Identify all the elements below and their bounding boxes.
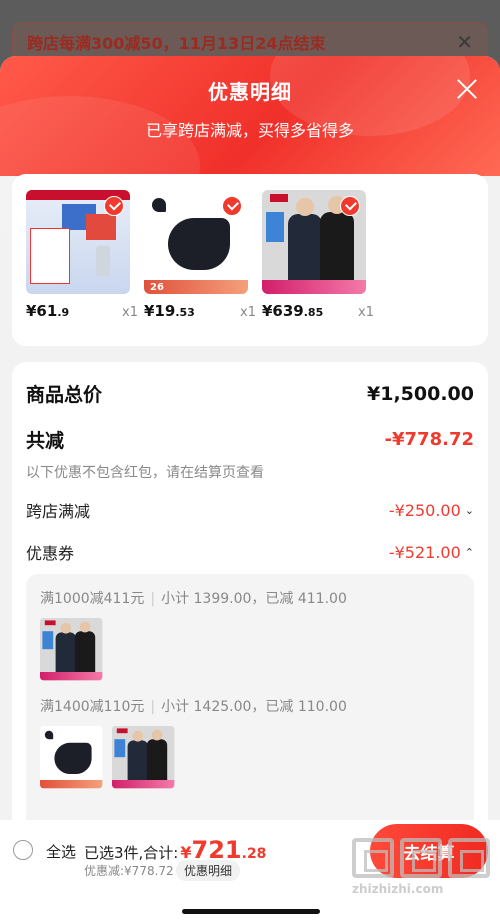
- product-qty: x1: [240, 305, 256, 320]
- close-icon: ✕: [456, 30, 473, 54]
- selected-summary: 已选3件,合计: ¥ 721 .28: [84, 836, 266, 864]
- selected-prefix: 已选3件,合计:: [84, 844, 179, 862]
- product-qty: x1: [122, 305, 138, 320]
- home-indicator: [182, 909, 320, 914]
- product-image: [262, 190, 366, 294]
- product-item[interactable]: ¥61.9 x1: [26, 190, 138, 346]
- product-image: [26, 190, 130, 294]
- product-price: ¥61.9: [26, 302, 70, 320]
- reduce-value: -¥778.72: [384, 429, 474, 450]
- watermark-logo-icon: [352, 838, 394, 878]
- close-icon[interactable]: [454, 76, 480, 102]
- sheet-subtitle: 已享跨店满减，买得多省得多: [145, 121, 354, 140]
- discount-summary: 优惠减:¥778.72: [84, 864, 174, 878]
- sheet-title: 优惠明细: [208, 80, 292, 104]
- background-promo-text: 跨店每满300减50，11月13日24点结束: [27, 34, 326, 53]
- discount-note: 以下优惠不包含红包，请在结算页查看: [26, 465, 264, 481]
- products-card: ¥61.9 x1 26 ¥19.53 x1 ¥639.85 x1: [12, 174, 488, 346]
- product-tag: 26: [150, 282, 164, 293]
- crossstore-toggle[interactable]: -¥250.00 ⌄: [389, 501, 474, 520]
- site-watermark: zhizhizhi.com: [352, 838, 492, 896]
- selected-check-icon[interactable]: [104, 196, 124, 216]
- crossstore-value: -¥250.00: [388, 500, 461, 520]
- coupon-product-thumb: [40, 618, 103, 681]
- discount-detail-button[interactable]: 优惠明细: [176, 860, 241, 881]
- coupon-line: 满1000减411元 | 小计 1399.00，已减 411.00: [40, 591, 347, 607]
- crossstore-label: 跨店满减: [26, 502, 91, 521]
- selected-check-icon[interactable]: [340, 196, 360, 216]
- chevron-down-icon: ⌄: [464, 503, 474, 517]
- coupon-toggle[interactable]: -¥521.00 ⌃: [389, 543, 474, 562]
- product-qty: x1: [358, 305, 374, 320]
- coupon-product-thumb: [40, 726, 103, 789]
- total-label: 商品总价: [26, 384, 103, 406]
- reduce-label: 共减: [26, 430, 65, 452]
- select-all-label[interactable]: 全选: [46, 841, 76, 862]
- total-value: ¥1,500.00: [367, 382, 474, 405]
- watermark-logo-icon: [448, 838, 490, 878]
- product-image: 26: [144, 190, 248, 294]
- product-price: ¥19.53: [144, 302, 195, 320]
- watermark-logo-icon: [400, 838, 442, 878]
- selected-check-icon[interactable]: [222, 196, 242, 216]
- coupon-value: -¥521.00: [388, 542, 461, 562]
- coupon-label: 优惠券: [26, 544, 75, 563]
- chevron-up-icon: ⌃: [464, 545, 474, 559]
- product-item[interactable]: 26 ¥19.53 x1: [144, 190, 256, 346]
- watermark-url: zhizhizhi.com: [352, 882, 444, 896]
- product-price: ¥639.85: [262, 302, 324, 320]
- total-decimal: .28: [241, 846, 267, 862]
- product-item[interactable]: ¥639.85 x1: [262, 190, 374, 346]
- discount-detail-sheet: 优惠明细 已享跨店满减，买得多省得多 ¥61.9 x1 26 ¥19.53 x1: [0, 56, 500, 924]
- select-all-radio[interactable]: [13, 840, 33, 860]
- coupon-line: 满1400减110元 | 小计 1425.00，已减 110.00: [40, 699, 347, 715]
- coupon-product-thumb: [112, 726, 175, 789]
- sheet-header: 优惠明细 已享跨店满减，买得多省得多: [0, 56, 500, 236]
